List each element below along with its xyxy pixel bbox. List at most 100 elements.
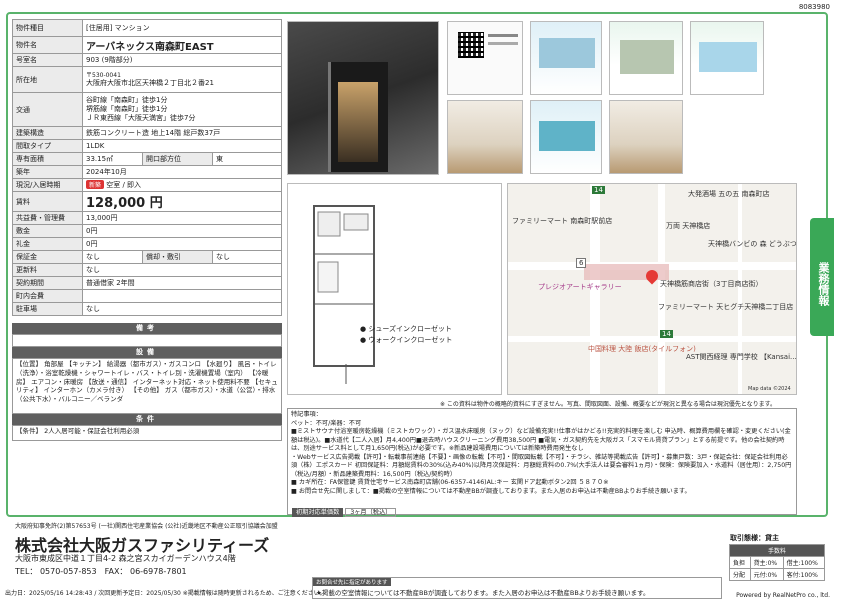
map-label: ファミリーマート 南森町駅前店: [512, 217, 613, 225]
floorplan-image[interactable]: ● シューズインクローゼット ● ウォークインクローゼット: [287, 183, 502, 395]
status-label: 現況/入居時期: [12, 178, 83, 192]
traffic-line: 谷町線「南森町」徒歩1分: [86, 96, 168, 105]
special-notes-title: 特記事項：: [291, 411, 322, 418]
key-money-value: 0円: [82, 237, 282, 251]
notice-text: ★掲載の空室情報については不動産BBが調査しております。また入居のお申込は不動産…: [316, 589, 650, 597]
assoc-fee-label: 町内会費: [12, 289, 83, 303]
renewal-value: なし: [82, 263, 282, 277]
key-money-label: 礼金: [12, 237, 83, 251]
property-name: アーバネックス南森町EAST: [82, 36, 282, 54]
special-notes: 特記事項： ペット：不可/楽器：不可 ■ミストサウナ付浴室暖房乾燥機（ミストカワ…: [287, 408, 797, 515]
map-label: ファミリーマート 天ヒグチ天神橋二丁目店: [658, 303, 794, 311]
initial-cost-label: 初期対応単価数: [292, 508, 344, 517]
traffic-label: 交通: [12, 92, 83, 127]
equipment-header: 設備: [12, 347, 282, 358]
map-attribution: Map data ©2024: [748, 386, 791, 392]
special-note-line: ・Webサービス広告掲載【許可】・転載事前連絡【不要】・画像の転載【不可】・間取…: [291, 453, 792, 478]
map-label: 大発酒場 五の五 南森町店: [688, 190, 770, 198]
equipment-text: 【位置】 角部屋 【キッチン】 給湯器（都市ガス）・ガスコンロ 【水廻り】 風呂…: [12, 358, 282, 414]
brochure-photo-3[interactable]: [690, 21, 764, 95]
map-label: AST関西経理 専門学校 【Kansai...: [686, 353, 797, 361]
deposit-value: 0円: [82, 224, 282, 238]
brochure-photo-1[interactable]: [530, 21, 602, 95]
output-footnote: 出力日：2025/05/16 14:28:43 / 次回更新予定日：2025/0…: [5, 590, 326, 597]
brochure-photo-4[interactable]: [530, 100, 602, 174]
contract-value: 普通借家 2年間: [82, 276, 282, 290]
contract-label: 契約期間: [12, 276, 83, 290]
map-label: 天神橋筋商店街（3丁目商店街）: [660, 280, 763, 288]
map-label: 中国料理 大陸 飯店(タイルフォン): [588, 345, 696, 353]
company-phone: TEL： 0570-057-853 FAX： 06-6978-7801: [15, 567, 187, 576]
guarantee-value: なし: [82, 250, 143, 264]
conditions-header: 条件: [12, 414, 282, 425]
qr-flyer-photo[interactable]: [447, 21, 523, 95]
traffic-line: ＪＲ東西線「大阪天満宮」徒歩7分: [86, 113, 196, 122]
notice-tag: お問合せ先に指定があります: [313, 578, 391, 586]
table-row: 負担 貸主:0% 借主:100%: [729, 556, 826, 569]
parking-value: なし: [82, 302, 282, 316]
fee-cell: 借主:100%: [782, 556, 826, 569]
special-note-line: ■ お問合せ先に関しまして：■掲載の空室情報については不動産BBが調査しておりま…: [291, 487, 691, 495]
area-label: 専有面積: [12, 152, 83, 166]
area-value: 33.15㎡: [82, 152, 143, 166]
amort-label: 償却・敷引: [142, 250, 213, 264]
initial-cost-value: 3ヶ月（税込）: [345, 508, 397, 517]
document-code: 8083980: [798, 3, 830, 11]
parking-label: 駐車場: [12, 302, 83, 316]
status-value: 空室 / 即入: [106, 181, 142, 189]
mgmt-value: 13,000円: [82, 211, 282, 225]
address-label: 所在地: [12, 66, 83, 93]
assoc-fee-value: [82, 289, 282, 303]
brochure-photo-2[interactable]: [609, 21, 683, 95]
fee-cell: 元付:0%: [749, 568, 784, 581]
rent-label: 賃料: [12, 191, 83, 212]
room-photo-1[interactable]: [447, 100, 523, 174]
renewal-label: 更新料: [12, 263, 83, 277]
powered-by: Powered by RealNetPro co., ltd.: [736, 592, 830, 599]
room-photo-2[interactable]: [609, 100, 683, 174]
route-badge: 6: [576, 258, 587, 268]
map-label: プレジオアートギャラリー: [538, 283, 622, 291]
mgmt-label: 共益費・管理費: [12, 211, 83, 225]
remarks-body: [12, 334, 282, 347]
direction-value: 東: [212, 152, 282, 166]
fee-cell: 分配: [729, 568, 751, 581]
address-value: 大阪府大阪市北区天神橋２丁目北２番21: [86, 78, 214, 87]
address-zip: 〒530-0041: [86, 71, 121, 79]
structure-label: 建築構造: [12, 126, 83, 140]
special-note-line: ■ カギ所在：FA保管鍵 賃貸住宅サービス南森町店舗(06-6357-4146)…: [291, 479, 609, 487]
conditions-text: 【条件】 2人入居可能・保証会社利用必須: [12, 425, 282, 441]
type-value: [住居用] マンション: [82, 19, 282, 37]
business-info-tab[interactable]: 業務情報: [810, 218, 834, 336]
fee-cell: 負担: [729, 556, 751, 569]
main-photo[interactable]: [287, 21, 439, 175]
floorplan-note: ● ウォークインクローゼット: [360, 335, 453, 344]
floorplan-notes: ● シューズインクローゼット ● ウォークインクローゼット: [360, 324, 452, 345]
structure-value: 鉄筋コンクリート造 地上14階 総戸数37戸: [82, 126, 282, 140]
license-info: 大阪府知事免許(2)第57653号 (一社)関西住宅産業協会 (公社)近畿地区不…: [15, 523, 278, 530]
room-value: 903 (9階部分): [82, 53, 282, 67]
remarks-header: 備考: [12, 323, 282, 334]
company-address: 大阪市東成区中道１丁目4-2 森之宮スカイガーデンハウス4階: [15, 554, 236, 563]
built-value: 2024年10月: [82, 165, 282, 179]
special-note-line: ペット：不可/楽器：不可: [291, 419, 362, 427]
fee-header: 手数料: [729, 544, 825, 557]
area-map[interactable]: 大発酒場 五の五 南森町店 ファミリーマート 南森町駅前店 万両 天神橋店 天神…: [507, 183, 797, 395]
fee-cell: 貸主:0%: [749, 556, 784, 569]
contact-notice: お問合せ先に指定があります ★掲載の空室情報については不動産BBが調査しておりま…: [312, 577, 722, 599]
built-label: 築年: [12, 165, 83, 179]
amort-value: なし: [212, 250, 282, 264]
type-label: 物件種目: [12, 19, 83, 37]
fee-table: 手数料 負担 貸主:0% 借主:100% 分配 元付:0% 客付:100%: [729, 544, 826, 581]
layout-value: 1LDK: [82, 139, 282, 153]
table-row: 分配 元付:0% 客付:100%: [729, 568, 826, 581]
deposit-label: 敷金: [12, 224, 83, 238]
route-badge: 14: [660, 330, 673, 338]
direction-label: 開口部方位: [142, 152, 213, 166]
room-label: 号室名: [12, 53, 83, 67]
fee-cell: 客付:100%: [782, 568, 826, 581]
map-label: 天神橋バンビの 森 どうぶつ病院: [708, 240, 797, 248]
floorplan-note: ● シューズインクローゼット: [360, 325, 452, 333]
traffic-line: 堺筋線「南森町」徒歩1分: [86, 105, 168, 114]
special-note-line: ■ミストサウナ付浴室暖房乾燥機（ミストカワック）・ガス温水床暖房（ヌック）など設…: [291, 428, 791, 453]
